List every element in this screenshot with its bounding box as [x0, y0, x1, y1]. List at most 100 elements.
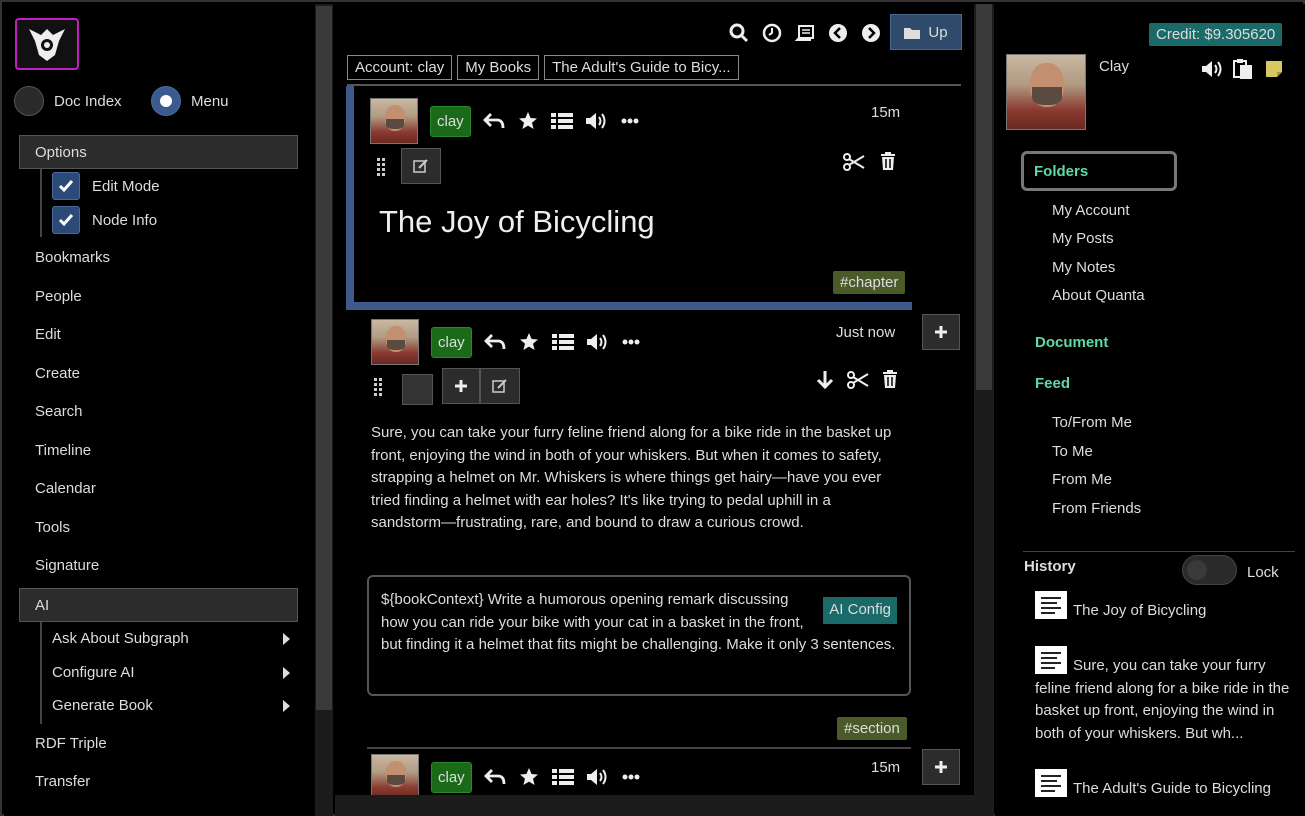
document-icon: [1035, 591, 1067, 619]
clock-icon[interactable]: [761, 22, 783, 44]
breadcrumb-my-books[interactable]: My Books: [457, 55, 540, 80]
avatar[interactable]: [371, 754, 419, 800]
menu-item-people[interactable]: People: [35, 288, 82, 305]
menu-item-generate-book[interactable]: Generate Book: [52, 697, 290, 714]
scissors-icon[interactable]: [843, 151, 865, 173]
reply-icon[interactable]: [483, 766, 506, 788]
scroll-thumb[interactable]: [976, 4, 992, 390]
credit-badge[interactable]: Credit: $9.305620: [1149, 23, 1283, 46]
menu-item-search[interactable]: Search: [35, 403, 83, 420]
menu-item-timeline[interactable]: Timeline: [35, 442, 91, 459]
ai-menu-header[interactable]: AI: [19, 588, 298, 622]
menu-item-bookmarks[interactable]: Bookmarks: [35, 249, 110, 266]
list-icon[interactable]: [551, 331, 574, 353]
user-badge[interactable]: clay: [431, 326, 472, 358]
insert-button[interactable]: [442, 368, 480, 404]
link-my-account[interactable]: My Account: [1052, 202, 1130, 219]
drag-handle-icon[interactable]: [376, 157, 386, 177]
up-button[interactable]: Up: [890, 14, 962, 50]
left-scrollbar[interactable]: [315, 4, 333, 816]
ai-config-button[interactable]: AI Config: [823, 597, 897, 624]
menu-item-calendar[interactable]: Calendar: [35, 480, 96, 497]
user-badge[interactable]: clay: [430, 105, 471, 137]
speaker-icon[interactable]: [586, 331, 608, 353]
star-icon[interactable]: [518, 331, 540, 353]
list-icon[interactable]: [551, 766, 574, 788]
link-my-posts[interactable]: My Posts: [1052, 230, 1114, 247]
menu-item-tools[interactable]: Tools: [35, 519, 70, 536]
hashtag-badge[interactable]: #section: [837, 717, 907, 740]
menu-radio[interactable]: Menu: [151, 86, 229, 116]
breadcrumb-book[interactable]: The Adult's Guide to Bicy...: [544, 55, 739, 80]
trash-icon[interactable]: [879, 368, 901, 390]
star-icon[interactable]: [518, 766, 540, 788]
chevron-left-icon[interactable]: [827, 22, 849, 44]
speaker-icon[interactable]: [586, 766, 608, 788]
chevron-right-icon[interactable]: [860, 22, 882, 44]
clipboard-icon[interactable]: [1232, 58, 1254, 80]
drag-handle-icon[interactable]: [373, 377, 383, 397]
scroll-thumb[interactable]: [316, 6, 332, 710]
link-to-from-me[interactable]: To/From Me: [1052, 414, 1132, 431]
menu-item-signature[interactable]: Signature: [35, 557, 99, 574]
feed-section[interactable]: Feed: [1035, 375, 1070, 392]
book-icon[interactable]: [794, 22, 816, 44]
speaker-icon[interactable]: [585, 110, 607, 132]
add-node-button[interactable]: [922, 314, 960, 350]
search-icon[interactable]: [728, 22, 750, 44]
folders-button[interactable]: Folders: [1021, 151, 1177, 191]
star-icon[interactable]: [517, 110, 539, 132]
edit-mode-checkbox[interactable]: Edit Mode: [52, 172, 160, 200]
document-section[interactable]: Document: [1035, 334, 1108, 351]
edit-button[interactable]: [401, 148, 441, 184]
breadcrumb-account[interactable]: Account: clay: [347, 55, 453, 80]
lock-toggle[interactable]: [1182, 555, 1237, 585]
trash-icon[interactable]: [877, 150, 899, 172]
horizontal-scrollbar[interactable]: [335, 795, 974, 816]
sticky-note-icon[interactable]: [1263, 58, 1285, 80]
menu-item-create[interactable]: Create: [35, 365, 80, 382]
avatar[interactable]: [371, 319, 419, 365]
link-to-me[interactable]: To Me: [1052, 443, 1093, 460]
checkmark-icon[interactable]: [52, 206, 80, 234]
doc-index-radio[interactable]: Doc Index: [14, 86, 122, 116]
menu-item-configure-ai[interactable]: Configure AI: [52, 664, 290, 681]
menu-item-rdf-triple[interactable]: RDF Triple: [35, 735, 107, 752]
link-about-quanta[interactable]: About Quanta: [1052, 287, 1145, 304]
speaker-icon[interactable]: [1201, 58, 1223, 80]
history-item[interactable]: The Joy of Bicycling: [1035, 591, 1295, 623]
more-icon[interactable]: [620, 331, 642, 353]
avatar[interactable]: [370, 98, 418, 144]
history-item[interactable]: Sure, you can take your furry feline fri…: [1035, 646, 1295, 745]
history-item[interactable]: The Adult's Guide to Bicycling: [1035, 769, 1295, 801]
main-scrollbar[interactable]: [974, 4, 994, 816]
checkmark-icon[interactable]: [52, 172, 80, 200]
list-icon[interactable]: [550, 110, 573, 132]
radio-circle[interactable]: [14, 86, 44, 116]
app-logo[interactable]: [15, 18, 79, 70]
options-menu-header[interactable]: Options: [19, 135, 298, 169]
arrow-down-icon[interactable]: [814, 369, 836, 391]
user-badge[interactable]: clay: [431, 761, 472, 793]
link-from-friends[interactable]: From Friends: [1052, 500, 1141, 517]
reply-icon[interactable]: [482, 110, 505, 132]
scissors-icon[interactable]: [847, 369, 869, 391]
node-info-checkbox[interactable]: Node Info: [52, 206, 157, 234]
profile-avatar[interactable]: [1006, 54, 1086, 130]
node-chapter[interactable]: clay 15m The Joy of Bicycling #chapter: [346, 86, 912, 310]
reply-icon[interactable]: [483, 331, 506, 353]
link-from-me[interactable]: From Me: [1052, 471, 1112, 488]
more-icon[interactable]: [620, 766, 642, 788]
hashtag-badge[interactable]: #chapter: [833, 271, 906, 294]
select-checkbox[interactable]: [402, 374, 433, 405]
plus-icon: [935, 326, 947, 338]
menu-item-transfer[interactable]: Transfer: [35, 773, 90, 790]
menu-item-edit[interactable]: Edit: [35, 326, 61, 343]
user-name[interactable]: Clay: [1099, 58, 1129, 75]
radio-circle-selected[interactable]: [151, 86, 181, 116]
more-icon[interactable]: [619, 110, 641, 132]
link-my-notes[interactable]: My Notes: [1052, 259, 1115, 276]
add-node-button[interactable]: [922, 749, 960, 785]
edit-button[interactable]: [480, 368, 520, 404]
menu-item-ask-about-subgraph[interactable]: Ask About Subgraph: [52, 630, 290, 647]
